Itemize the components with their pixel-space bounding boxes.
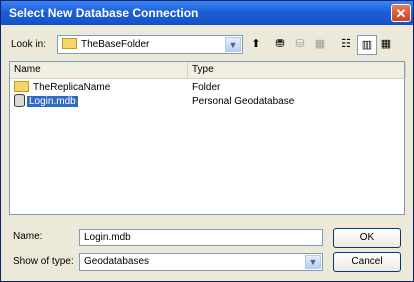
details-view-icon[interactable]: ▥ bbox=[357, 35, 377, 55]
database-icon bbox=[14, 94, 25, 107]
item-type: Personal Geodatabase bbox=[192, 96, 295, 107]
show-of-type-dropdown[interactable]: Geodatabases ▼ bbox=[79, 253, 323, 271]
disconnect-icon[interactable]: ⛁ bbox=[291, 35, 309, 53]
close-button[interactable]: ✕ bbox=[391, 4, 411, 22]
column-header-type[interactable]: Type bbox=[188, 62, 406, 78]
name-value: Login.mdb bbox=[84, 232, 131, 243]
name-field[interactable]: Login.mdb bbox=[79, 229, 323, 246]
column-header-name[interactable]: Name bbox=[10, 62, 188, 78]
look-in-label: Look in: bbox=[11, 39, 47, 50]
up-folder-icon[interactable]: ⬆ bbox=[247, 35, 265, 53]
cancel-button[interactable]: Cancel bbox=[333, 252, 401, 272]
dialog-title: Select New Database Connection bbox=[9, 6, 199, 20]
show-of-type-label: Show of type: bbox=[13, 256, 74, 267]
connect-icon[interactable]: ⛃ bbox=[271, 35, 289, 53]
chevron-down-icon[interactable]: ▼ bbox=[225, 37, 241, 52]
list-header: Name Type bbox=[10, 62, 406, 79]
list-item[interactable]: TheReplicaName Folder bbox=[10, 80, 404, 95]
list-item[interactable]: Login.mdb Personal Geodatabase bbox=[10, 94, 404, 109]
thumbnails-view-icon[interactable]: ▦ bbox=[377, 35, 395, 53]
item-name: Login.mdb bbox=[27, 96, 78, 108]
select-database-dialog: Select New Database Connection ✕ Look in… bbox=[0, 0, 414, 282]
item-type: Folder bbox=[192, 82, 221, 93]
new-folder-icon[interactable]: ▦ bbox=[311, 35, 329, 53]
chevron-down-icon[interactable]: ▼ bbox=[305, 255, 321, 269]
name-label: Name: bbox=[13, 231, 43, 242]
title-bar[interactable]: Select New Database Connection ✕ bbox=[1, 1, 413, 25]
list-view-icon[interactable]: ☷ bbox=[337, 35, 355, 53]
folder-icon bbox=[62, 38, 77, 49]
folder-icon bbox=[14, 80, 29, 92]
look-in-value: TheBaseFolder bbox=[81, 39, 150, 51]
show-of-type-value: Geodatabases bbox=[84, 256, 150, 267]
look-in-dropdown[interactable]: TheBaseFolder ▼ bbox=[57, 35, 243, 54]
ok-button[interactable]: OK bbox=[333, 228, 401, 248]
close-icon: ✕ bbox=[395, 6, 407, 21]
file-list[interactable]: Name Type TheReplicaName Folder Login.md… bbox=[9, 61, 406, 215]
item-name: TheReplicaName bbox=[33, 82, 111, 93]
